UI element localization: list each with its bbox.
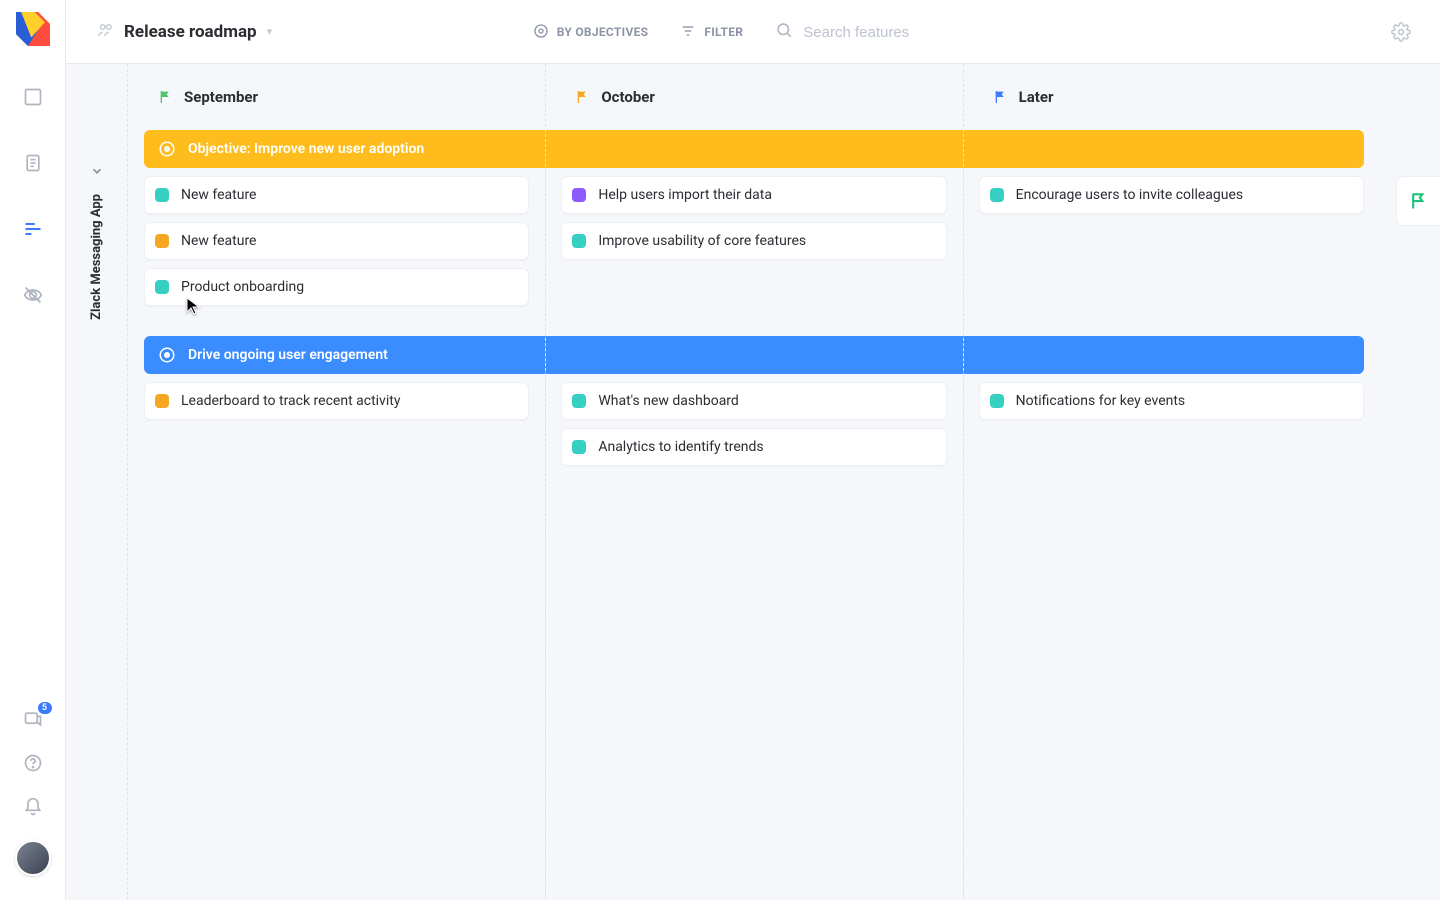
column-header[interactable]: October (545, 64, 962, 130)
card-color-swatch (990, 394, 1004, 408)
product-name-vertical: Zlack Messaging App (89, 194, 104, 320)
target-icon (533, 23, 549, 42)
card-color-swatch (572, 188, 586, 202)
swimlane-header[interactable]: Drive ongoing user engagement (144, 336, 1364, 374)
column-flag-icon (158, 89, 174, 105)
board-switcher[interactable]: Release roadmap ▾ (96, 21, 272, 43)
card-title: Encourage users to invite colleagues (1016, 187, 1243, 203)
feature-card[interactable]: Product onboarding (144, 268, 529, 306)
chevron-down-icon: ▾ (267, 25, 273, 38)
filter-label: FILTER (704, 25, 743, 39)
nav-feedback-icon[interactable]: 5 (22, 708, 44, 730)
board-switcher-icon (96, 21, 114, 43)
app-logo[interactable] (16, 12, 50, 46)
nav-notifications-icon[interactable] (22, 796, 44, 818)
column-flag-icon (993, 89, 1009, 105)
user-avatar[interactable] (15, 840, 51, 876)
card-color-swatch (155, 394, 169, 408)
card-title: Help users import their data (598, 187, 772, 203)
nav-boards-icon[interactable] (22, 86, 44, 108)
card-title: New feature (181, 233, 256, 249)
top-bar: Release roadmap ▾ (66, 0, 1440, 64)
group-by-objectives-button[interactable]: BY OBJECTIVES (533, 23, 649, 42)
card-title: Leaderboard to track recent activity (181, 393, 400, 409)
objective-icon (158, 346, 176, 364)
card-title: New feature (181, 187, 256, 203)
lane-column: Leaderboard to track recent activity (128, 382, 545, 466)
nav-insights-icon[interactable] (22, 284, 44, 306)
column-title: October (601, 88, 655, 106)
column-header[interactable]: Later (963, 64, 1380, 130)
feature-card[interactable]: Analytics to identify trends (561, 428, 946, 466)
roadmap-board: September October Later Objective: Impro… (128, 64, 1440, 900)
lane-column: Help users import their data Improve usa… (545, 176, 962, 306)
lane-column: Encourage users to invite colleagues (963, 176, 1380, 306)
board-settings-icon[interactable] (1390, 21, 1412, 43)
nav-roadmap-icon[interactable] (22, 218, 44, 240)
lane-column: Notifications for key events (963, 382, 1380, 466)
nav-help-icon[interactable] (22, 752, 44, 774)
feature-card[interactable]: New feature (144, 176, 529, 214)
product-pane: Zlack Messaging App (66, 64, 128, 900)
columns-header: September October Later (128, 64, 1380, 130)
mouse-cursor (186, 297, 200, 315)
card-title: What's new dashboard (598, 393, 739, 409)
card-title: Product onboarding (181, 279, 304, 295)
feature-card[interactable]: Help users import their data (561, 176, 946, 214)
card-title: Notifications for key events (1016, 393, 1186, 409)
feature-card[interactable]: Encourage users to invite colleagues (979, 176, 1364, 214)
column-title: September (184, 88, 258, 106)
feature-card[interactable]: Notifications for key events (979, 382, 1364, 420)
product-pane-collapse[interactable] (90, 164, 104, 181)
card-title: Improve usability of core features (598, 233, 806, 249)
search-input[interactable] (803, 24, 973, 41)
filter-icon (680, 23, 696, 42)
milestones-tab[interactable] (1396, 176, 1440, 226)
lane-column: What's new dashboard Analytics to identi… (545, 382, 962, 466)
card-color-swatch (572, 234, 586, 248)
left-navigation-rail: 5 (0, 0, 66, 900)
column-header[interactable]: September (128, 64, 545, 130)
nav-docs-icon[interactable] (22, 152, 44, 174)
board-title: Release roadmap (124, 22, 257, 42)
column-flag-icon (575, 89, 591, 105)
group-by-label: BY OBJECTIVES (557, 25, 649, 39)
swimlane-label: Drive ongoing user engagement (188, 347, 388, 363)
feedback-badge-count: 5 (38, 702, 52, 714)
column-title: Later (1019, 88, 1054, 106)
card-color-swatch (572, 440, 586, 454)
feature-card[interactable]: New feature (144, 222, 529, 260)
card-color-swatch (155, 280, 169, 294)
card-title: Analytics to identify trends (598, 439, 763, 455)
lane-column: New feature New feature Product onboardi… (128, 176, 545, 306)
swimlane-label: Objective: Improve new user adoption (188, 141, 424, 157)
card-color-swatch (155, 188, 169, 202)
objective-icon (158, 140, 176, 158)
card-color-swatch (990, 188, 1004, 202)
card-color-swatch (572, 394, 586, 408)
filter-button[interactable]: FILTER (680, 23, 743, 42)
feature-card[interactable]: What's new dashboard (561, 382, 946, 420)
search-wrap (775, 21, 973, 43)
swimlane-header[interactable]: Objective: Improve new user adoption (144, 130, 1364, 168)
feature-card[interactable]: Leaderboard to track recent activity (144, 382, 529, 420)
feature-card[interactable]: Improve usability of core features (561, 222, 946, 260)
search-icon (775, 21, 793, 43)
card-color-swatch (155, 234, 169, 248)
